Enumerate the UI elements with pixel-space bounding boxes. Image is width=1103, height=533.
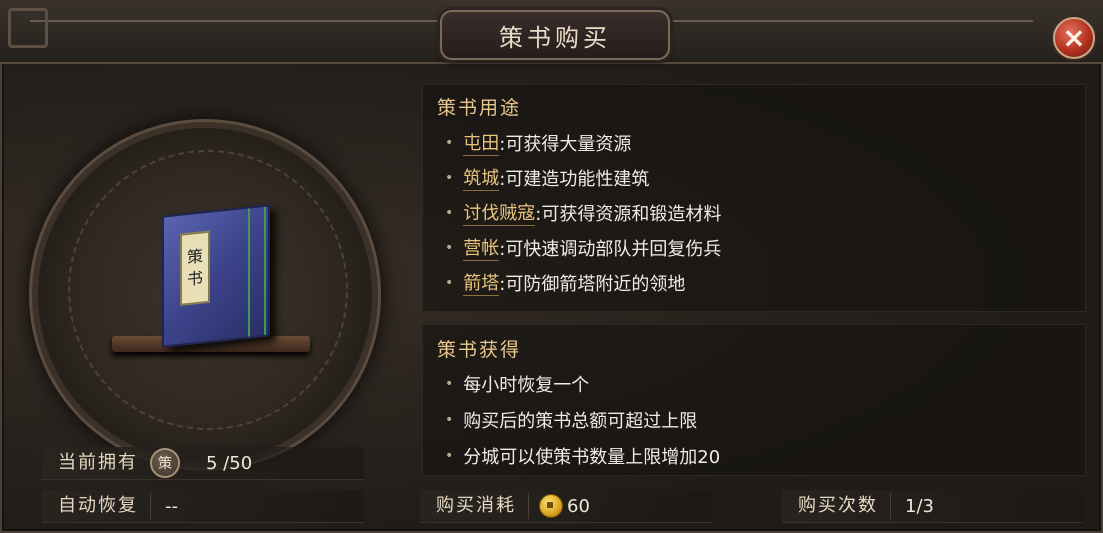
usage-item-desc: :可快速调动部队并回复伤兵 xyxy=(499,238,722,260)
book-binding xyxy=(248,206,266,337)
obtain-section: 策书获得 • 每小时恢复一个 • 购买后的策书总额可超过上限 • 分城可以使策书数量上… xyxy=(422,324,1086,476)
close-icon: × xyxy=(1062,21,1086,54)
cost-label: 购买消耗 xyxy=(420,493,529,519)
purchase-count-value: 1/3 xyxy=(905,495,934,517)
owned-stat: 当前拥有 策 5 /50 xyxy=(42,447,364,480)
obtain-heading: 策书获得 xyxy=(437,339,522,361)
owned-label: 当前拥有 xyxy=(58,452,138,473)
cost-value: 60 xyxy=(567,495,590,517)
usage-item-desc: :可防御箭塔附近的领地 xyxy=(499,273,686,295)
obtain-item: • 分城可以使策书数量上限增加20 xyxy=(445,447,721,468)
usage-item-desc: :可建造功能性建筑 xyxy=(499,168,650,190)
purchase-count-label: 购买次数 xyxy=(782,493,891,519)
usage-item: • 屯田:可获得大量资源 xyxy=(445,129,631,156)
usage-item: • 筑城:可建造功能性建筑 xyxy=(445,164,649,191)
purchase-dialog: 策书购买 × 策 书 策书用途 • 屯田:可获得大量资源 • 筑城:可建造功能性建筑… xyxy=(0,0,1103,533)
auto-recover-label: 自动恢复 xyxy=(42,493,151,519)
book-cover-label: 策 书 xyxy=(180,230,210,306)
usage-item: • 营帐:可快速调动部队并回复伤兵 xyxy=(445,234,721,261)
usage-heading: 策书用途 xyxy=(437,97,522,119)
close-button[interactable]: × xyxy=(1053,17,1095,59)
usage-item-key: 箭塔 xyxy=(463,269,500,296)
ce-token-icon: 策 xyxy=(150,448,180,478)
corner-ornament xyxy=(8,8,48,48)
dialog-title: 策书购买 xyxy=(499,23,611,52)
usage-item-key: 营帐 xyxy=(463,234,500,261)
usage-item-desc: :可获得大量资源 xyxy=(499,133,632,155)
usage-item-key: 筑城 xyxy=(463,164,500,191)
book-icon: 策 书 xyxy=(162,204,270,348)
title-plate: 策书购买 xyxy=(440,10,670,60)
cost-stat: 购买消耗 60 xyxy=(420,490,712,523)
purchase-count-stat: 购买次数 1/3 xyxy=(782,490,1082,523)
usage-item: • 箭塔:可防御箭塔附近的领地 xyxy=(445,269,685,296)
owned-value: 5 /50 xyxy=(206,452,253,474)
usage-item-desc: :可获得资源和锻造材料 xyxy=(535,203,722,225)
usage-item-key: 屯田 xyxy=(463,129,500,156)
usage-item: • 讨伐贼寇:可获得资源和锻造材料 xyxy=(445,199,721,226)
auto-recover-stat: 自动恢复 -- xyxy=(42,490,364,523)
usage-item-key: 讨伐贼寇 xyxy=(463,199,536,226)
obtain-item: • 购买后的策书总额可超过上限 xyxy=(445,411,698,432)
gold-coin-icon xyxy=(539,494,563,518)
usage-section: 策书用途 • 屯田:可获得大量资源 • 筑城:可建造功能性建筑 • 讨伐贼寇:可获得资… xyxy=(422,84,1086,312)
obtain-item: • 每小时恢复一个 xyxy=(445,375,590,396)
auto-recover-value: -- xyxy=(165,495,178,517)
